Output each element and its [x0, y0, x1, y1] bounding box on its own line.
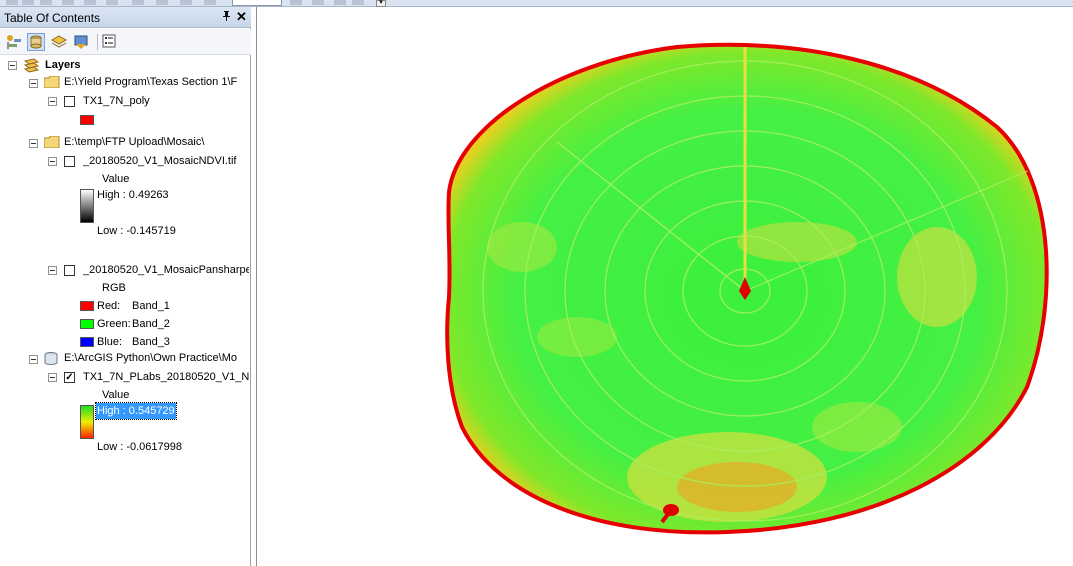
- toolbar-button[interactable]: [290, 0, 302, 5]
- toolbar-button[interactable]: [334, 0, 346, 5]
- data-source-label[interactable]: E:\temp\FTP Upload\Mosaic\: [64, 134, 250, 150]
- legend-low-label: Low : -0.145719: [97, 225, 176, 237]
- layer-visibility-checkbox[interactable]: [64, 96, 75, 107]
- band-value: Band_1: [132, 300, 170, 312]
- toolbar-button[interactable]: [22, 0, 34, 5]
- band-swatch-green: [80, 319, 94, 329]
- band-name: Green:: [97, 318, 131, 330]
- map-view[interactable]: [256, 7, 1073, 566]
- toolbar-button[interactable]: [84, 0, 96, 5]
- legend-low-label: Low : -0.0617998: [97, 441, 183, 453]
- legend-high-label[interactable]: High : 0.545729: [95, 402, 177, 420]
- folder-icon: [43, 135, 60, 149]
- toolbar-button[interactable]: [6, 0, 18, 5]
- toolbar-button[interactable]: [62, 0, 74, 5]
- collapse-toggle[interactable]: [48, 97, 57, 106]
- collapse-toggle[interactable]: [48, 266, 57, 275]
- band-name: Red:: [97, 300, 121, 312]
- toolbar-divider: [97, 34, 98, 50]
- layer-name[interactable]: TX1_7N_PLabs_20180520_V1_ND: [83, 369, 249, 385]
- table-of-contents: Table Of Contents ✕ Layers E:\Yield Prog…: [0, 7, 251, 566]
- toolbar-button[interactable]: [40, 0, 52, 5]
- toolbar-button[interactable]: [352, 0, 364, 5]
- toolbar-button[interactable]: [106, 0, 118, 5]
- toolbar-button[interactable]: [180, 0, 192, 5]
- database-icon: [44, 352, 60, 365]
- legend-title: Value: [102, 173, 130, 185]
- band-swatch-blue: [80, 337, 94, 347]
- collapse-toggle[interactable]: [29, 79, 38, 88]
- toc-header: Table Of Contents ✕: [0, 7, 251, 28]
- collapse-toggle[interactable]: [48, 373, 57, 382]
- band-swatch-red: [80, 301, 94, 311]
- collapse-toggle[interactable]: [29, 355, 38, 364]
- layer-name[interactable]: _20180520_V1_MosaicNDVI.tif: [83, 153, 249, 169]
- map-scale-input[interactable]: [232, 0, 282, 6]
- close-icon[interactable]: ✕: [236, 9, 247, 25]
- toc-toolbar: [0, 29, 251, 55]
- band-value: Band_2: [132, 318, 170, 330]
- pin-icon[interactable]: [222, 10, 231, 24]
- options-icon[interactable]: [101, 33, 119, 51]
- toolbar-button[interactable]: [132, 0, 144, 5]
- list-by-visibility-icon[interactable]: [50, 33, 68, 51]
- collapse-toggle[interactable]: [48, 157, 57, 166]
- list-by-drawing-order-icon[interactable]: [5, 33, 23, 51]
- legend-title: Value: [102, 389, 130, 401]
- list-by-selection-icon[interactable]: [72, 33, 90, 51]
- folder-icon: [43, 75, 60, 89]
- toolbar-button[interactable]: [312, 0, 324, 5]
- layer-visibility-checkbox[interactable]: ✓: [64, 372, 75, 383]
- ndvi-color-ramp: [80, 405, 94, 439]
- grayscale-color-ramp: [80, 189, 94, 223]
- data-source-label[interactable]: E:\ArcGIS Python\Own Practice\Mo: [64, 350, 250, 366]
- layers-root-label[interactable]: Layers: [45, 57, 80, 73]
- toolbar-button[interactable]: [204, 0, 216, 5]
- layer-visibility-checkbox[interactable]: [64, 156, 75, 167]
- legend-swatch: [80, 115, 94, 125]
- layer-name[interactable]: TX1_7N_poly: [83, 93, 249, 109]
- layer-tree: Layers E:\Yield Program\Texas Section 1\…: [0, 55, 250, 565]
- layer-name[interactable]: _20180520_V1_MosaicPansharpe: [83, 262, 249, 278]
- legend-high-label: High : 0.49263: [97, 189, 169, 201]
- list-by-source-icon[interactable]: [27, 33, 45, 51]
- layer-visibility-checkbox[interactable]: [64, 265, 75, 276]
- top-toolbar: ▾: [0, 0, 1073, 7]
- band-name: Blue:: [97, 336, 123, 348]
- ndvi-raster-map: [445, 42, 1049, 535]
- toolbar-button[interactable]: [156, 0, 168, 5]
- layers-root-icon: [22, 57, 42, 73]
- legend-title: RGB: [102, 282, 126, 294]
- collapse-toggle[interactable]: [8, 61, 17, 70]
- data-source-label[interactable]: E:\Yield Program\Texas Section 1\F: [64, 74, 250, 90]
- chevron-down-icon[interactable]: ▾: [376, 0, 386, 7]
- toc-title: Table Of Contents: [4, 11, 101, 25]
- collapse-toggle[interactable]: [29, 139, 38, 148]
- band-value: Band_3: [132, 336, 170, 348]
